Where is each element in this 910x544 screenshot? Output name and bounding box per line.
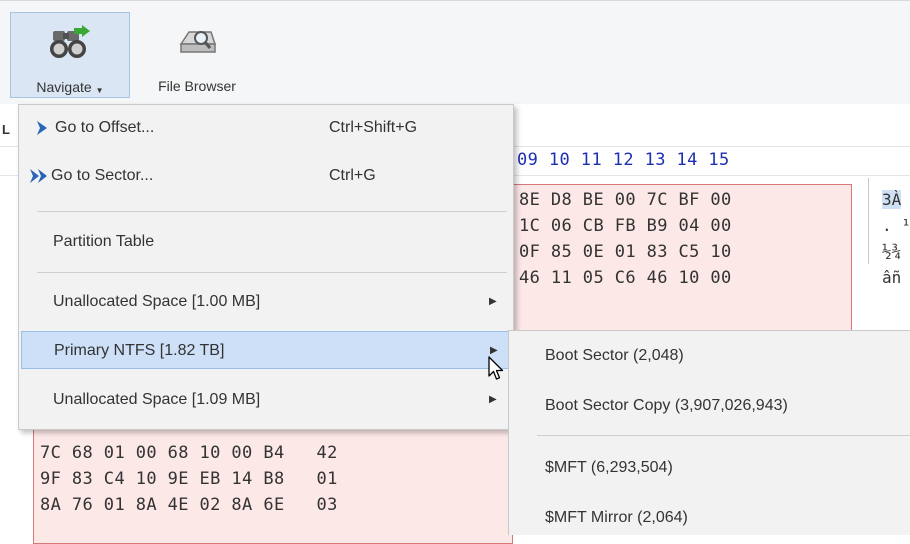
hex-row[interactable]: 7C 68 01 00 68 10 00 B4 42 [40,443,338,463]
submenu-item-mft[interactable]: $MFT (6,293,504) [545,459,673,477]
menu-item-label: Unallocated Space [1.09 MB] [53,391,261,408]
mouse-pointer-icon [488,356,504,380]
menu-item-go-to-offset[interactable]: Go to Offset... Ctrl+Shift+G [19,109,513,147]
dropdown-arrow-icon: ▼ [95,86,104,95]
submenu-item-boot-sector[interactable]: Boot Sector (2,048) [545,347,684,365]
menu-item-label: Go to Sector... [51,167,154,184]
submenu-separator [537,435,910,436]
drive-search-icon [179,31,217,53]
hex-row[interactable]: 9F 83 C4 10 9E EB 14 B8 01 [40,469,338,489]
menu-item-unallocated-space-1[interactable]: Unallocated Space [1.00 MB] ▶ [19,283,513,321]
chevron-right-icon [37,121,47,135]
hex-row[interactable]: 8E D8 BE 00 7C BF 00 [519,190,732,210]
hex-row[interactable]: 46 11 05 C6 46 10 00 [519,268,732,288]
menu-item-shortcut: Ctrl+Shift+G [329,119,418,136]
hex-row[interactable]: 0F 85 0E 01 83 C5 10 [519,242,732,262]
file-browser-label: File Browser [158,78,236,94]
submenu-arrow-icon: ▶ [489,394,497,405]
file-browser-button[interactable]: File Browser [138,12,256,98]
menu-separator [37,211,507,212]
double-chevron-right-icon [30,169,47,183]
hex-column-header: 09 10 11 12 13 14 15 [517,150,730,170]
ribbon-toolbar: Navigate ▼ File Browser [0,0,910,106]
ascii-row[interactable]: 3À [882,190,902,209]
primary-ntfs-submenu: Boot Sector (2,048) Boot Sector Copy (3,… [508,330,910,535]
menu-item-shortcut: Ctrl+G [329,167,376,184]
menu-item-label: Partition Table [53,233,155,250]
submenu-arrow-icon: ▶ [490,345,498,356]
navigate-dropdown-menu: Go to Offset... Ctrl+Shift+G Go to Secto… [18,104,514,430]
submenu-arrow-icon: ▶ [489,296,497,307]
menu-item-primary-ntfs[interactable]: Primary NTFS [1.82 TB] ▶ [21,331,509,369]
ascii-row[interactable]: ½¾ [882,242,901,261]
ascii-row[interactable]: . ¹ [882,216,910,235]
submenu-item-mft-mirror[interactable]: $MFT Mirror (2,064) [545,509,688,527]
menu-item-label: Primary NTFS [1.82 TB] [54,342,225,359]
hex-row[interactable]: 1C 06 CB FB B9 04 00 [519,216,732,236]
binoculars-icon [50,25,90,58]
navigate-label: Navigate [36,79,92,95]
document-tab-partial[interactable]: L [2,122,10,137]
menu-item-unallocated-space-2[interactable]: Unallocated Space [1.09 MB] ▶ [19,381,513,419]
menu-item-label: Unallocated Space [1.00 MB] [53,293,261,310]
submenu-item-boot-sector-copy[interactable]: Boot Sector Copy (3,907,026,943) [545,397,788,415]
navigate-button[interactable]: Navigate ▼ [10,12,130,98]
menu-item-go-to-sector[interactable]: Go to Sector... Ctrl+G [19,157,513,195]
ascii-row[interactable]: âñ [882,268,901,287]
menu-separator [37,272,507,273]
menu-item-partition-table[interactable]: Partition Table [19,223,513,261]
menu-item-label: Go to Offset... [55,119,155,136]
hex-row[interactable]: 8A 76 01 8A 4E 02 8A 6E 03 [40,495,338,515]
